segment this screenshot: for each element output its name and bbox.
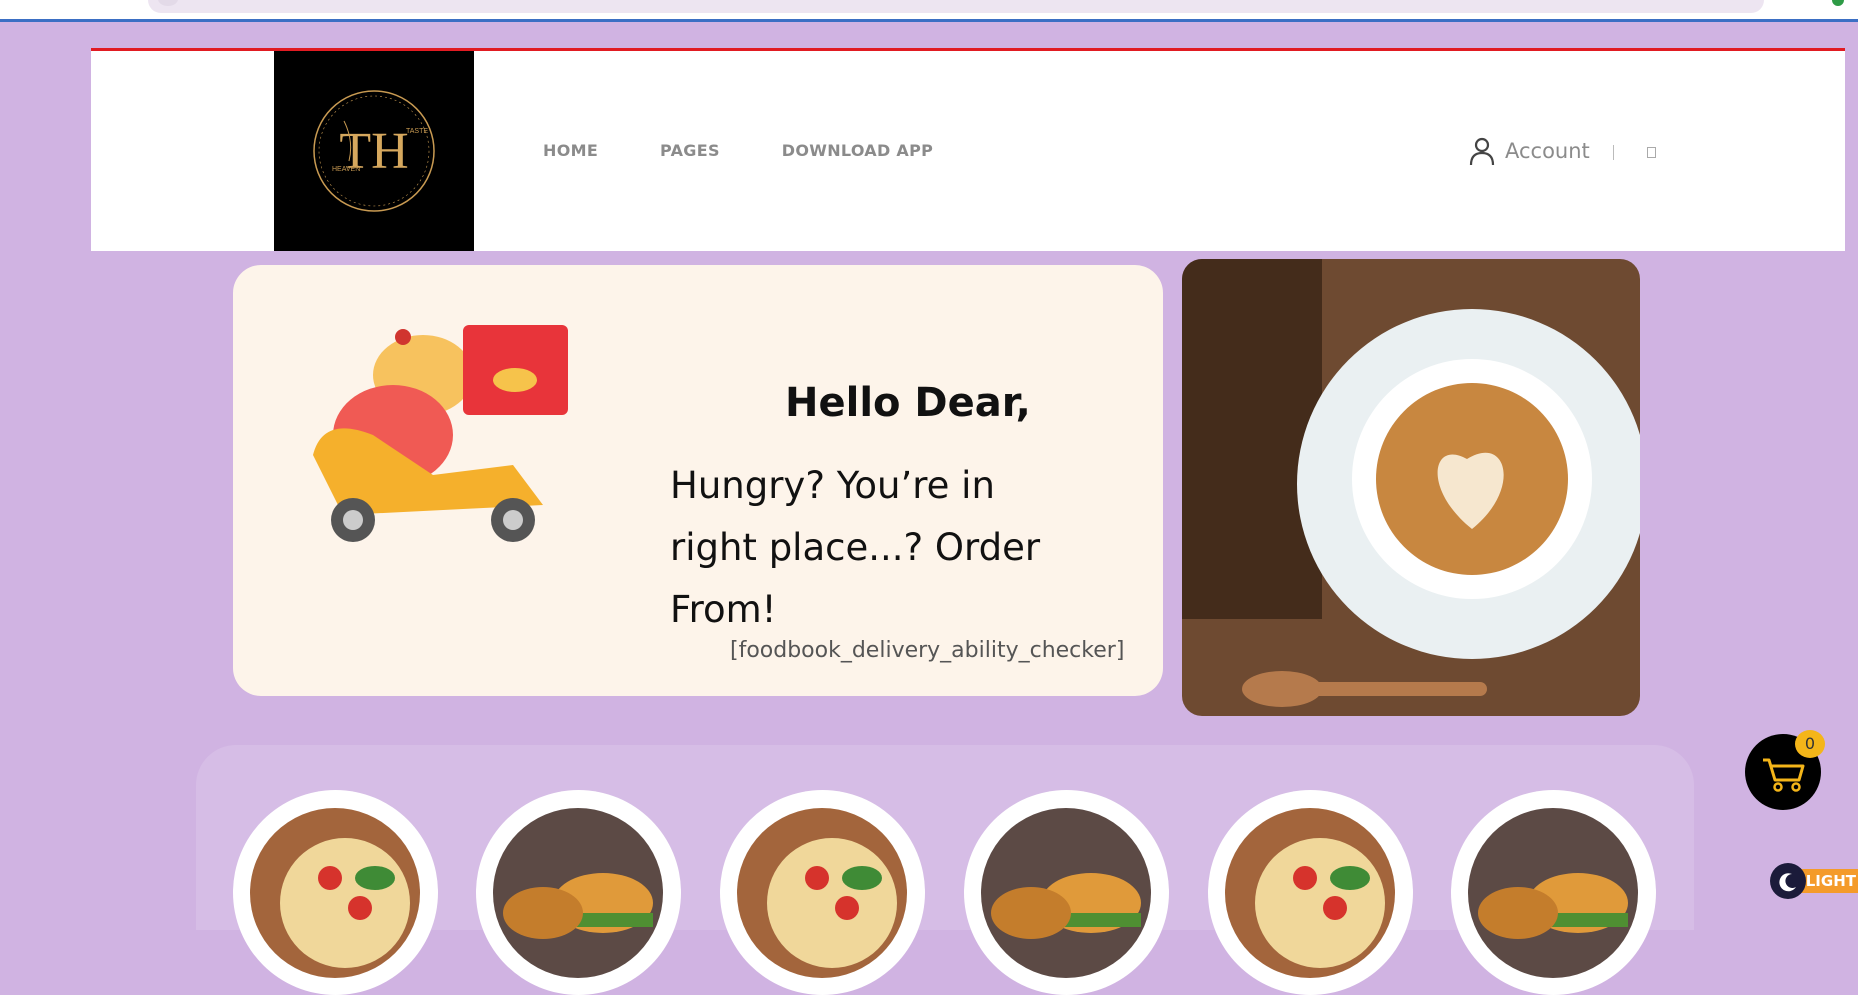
mini-cart-icon[interactable] (1647, 147, 1656, 158)
burger-image (981, 808, 1151, 978)
logo-sub-top: TASTE (406, 128, 428, 135)
logo-sub-bottom: HEAVEN (332, 166, 360, 173)
coffee-image (1182, 259, 1640, 716)
nav-download-app[interactable]: DOWNLOAD APP (782, 141, 933, 160)
moon-icon (1770, 863, 1806, 899)
address-bar[interactable] (148, 0, 1764, 13)
category-item[interactable] (720, 790, 925, 995)
address-bar-icon[interactable] (158, 0, 178, 6)
pizza-image (737, 808, 907, 978)
hero-tagline: Hungry? You’re in right place...? Order … (670, 464, 1041, 631)
browser-toolbar (0, 0, 1858, 22)
pizza-image (250, 808, 420, 978)
theme-toggle-label: LIGHT (1798, 869, 1858, 893)
delivery-scooter-illustration (313, 325, 568, 542)
hero-banner: Hello Dear, Hungry? You’re in right plac… (233, 265, 1163, 696)
nav-home[interactable]: HOME (543, 141, 598, 160)
burger-image (493, 808, 663, 978)
site-logo[interactable]: TH TASTE HEAVEN (274, 51, 474, 251)
category-item[interactable] (1208, 790, 1413, 995)
nav-pages[interactable]: PAGES (660, 141, 720, 160)
account-label: Account (1505, 139, 1590, 163)
delivery-checker-shortcode: [foodbook_delivery_ability_checker] (730, 638, 1125, 663)
category-item[interactable] (964, 790, 1169, 995)
burger-image (1468, 808, 1638, 978)
theme-toggle[interactable]: LIGHT (1770, 863, 1858, 899)
account-link[interactable]: Account (1469, 136, 1590, 166)
header-divider (1613, 145, 1614, 160)
cart-count-badge: 0 (1795, 730, 1825, 758)
profile-icon[interactable] (1832, 0, 1844, 6)
category-item[interactable] (233, 790, 438, 995)
site-header: TH TASTE HEAVEN HOME PAGES DOWNLOAD APP … (91, 48, 1845, 251)
category-item[interactable] (1451, 790, 1656, 995)
user-icon (1469, 137, 1495, 166)
hero-greeting: Hello Dear, (785, 380, 1031, 426)
pizza-image (1225, 808, 1395, 978)
main-nav: HOME PAGES DOWNLOAD APP (543, 141, 995, 160)
category-item[interactable] (476, 790, 681, 995)
